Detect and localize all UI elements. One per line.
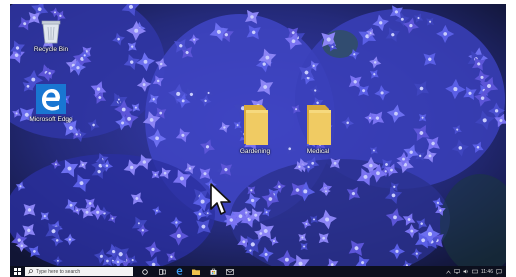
cortana-button[interactable]: [139, 266, 151, 277]
keyboard-icon[interactable]: [471, 269, 478, 274]
clock[interactable]: 11:46: [481, 269, 493, 275]
mail-icon: [226, 268, 234, 275]
microsoft-edge-shortcut[interactable]: Microsoft Edge: [29, 84, 73, 124]
search-icon: [28, 269, 33, 274]
recycle-bin-shortcut[interactable]: Recycle Bin: [29, 18, 73, 54]
folder-icon: [192, 269, 200, 275]
system-tray: 11:46: [446, 269, 506, 275]
task-view-icon: [158, 268, 166, 275]
microsoft-edge-label: Microsoft Edge: [29, 116, 73, 123]
folder-icon: [307, 105, 331, 145]
edge-icon: [36, 84, 66, 114]
edge-taskbar-button[interactable]: [173, 266, 185, 277]
mouse-pointer-icon: [210, 183, 231, 215]
medical-folder[interactable]: Medical: [296, 102, 340, 156]
file-explorer-button[interactable]: [190, 266, 202, 277]
store-button[interactable]: [207, 266, 219, 277]
gardening-folder[interactable]: Gardening: [233, 102, 277, 156]
search-input[interactable]: [36, 267, 126, 276]
taskbar-pinned-apps: [139, 266, 236, 277]
folder-icon: [244, 105, 268, 145]
windows-logo-icon: [13, 268, 21, 275]
task-view-button[interactable]: [156, 266, 168, 277]
recycle-bin-label: Recycle Bin: [33, 46, 69, 53]
shopping-bag-icon: [210, 268, 216, 275]
edge-icon: [176, 268, 182, 275]
recycle-bin-icon: [41, 20, 61, 44]
chevron-up-icon[interactable]: [446, 270, 451, 274]
start-button[interactable]: [10, 266, 24, 277]
notifications-icon[interactable]: [496, 268, 502, 275]
taskbar-search-box[interactable]: [25, 267, 133, 276]
medical-folder-label: Medical: [306, 148, 330, 155]
gardening-folder-label: Gardening: [239, 148, 271, 155]
cortana-icon: [142, 268, 148, 275]
mail-button[interactable]: [224, 266, 236, 277]
network-icon[interactable]: [454, 269, 460, 274]
volume-icon[interactable]: [463, 269, 469, 274]
taskbar: 11:46: [10, 266, 506, 277]
desktop-screen: Recycle Bin Microsoft Edge Gardening Med…: [10, 4, 506, 277]
